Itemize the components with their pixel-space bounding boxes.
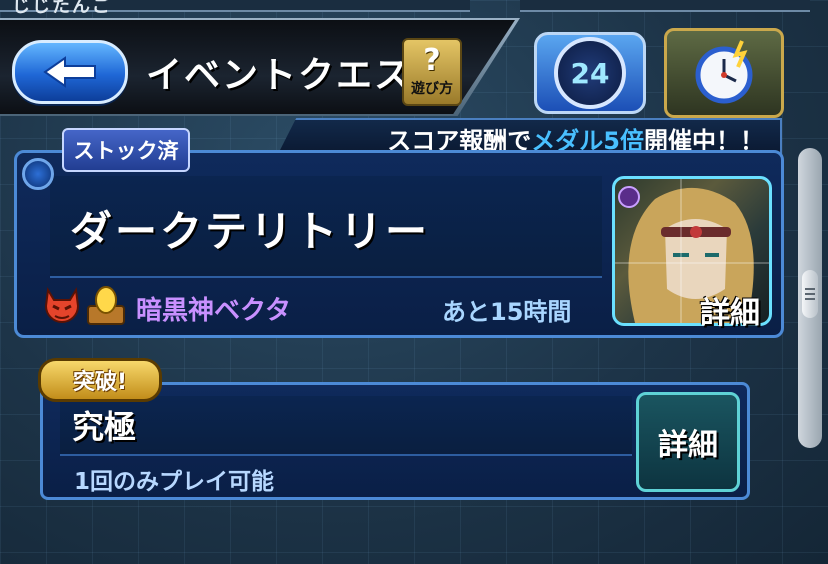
how-to-play-label: 遊び方 (411, 81, 453, 97)
grip-line (805, 293, 815, 295)
scrollbar-thumb[interactable] (802, 270, 818, 318)
top-strip-right (520, 0, 810, 12)
devil-face-icon (44, 287, 80, 323)
back-button[interactable] (12, 40, 128, 104)
alarm-clock-button[interactable] (664, 28, 784, 118)
quest-name: ダークテリトリー (70, 207, 431, 256)
breakthrough-badge: 突破! (38, 358, 162, 402)
quest2-detail-button[interactable]: 詳細 (636, 392, 740, 492)
card-pin-icon (22, 158, 54, 190)
quest2-title-panel (60, 396, 632, 456)
boss-name: 暗黒神ベクタ (136, 296, 291, 326)
stock-badge: ストック済 (62, 128, 190, 172)
quest1-detail-label[interactable]: 詳細 (700, 288, 760, 332)
difficulty-label: 究極 (72, 408, 137, 446)
back-arrow-icon (43, 56, 96, 88)
question-mark-icon: ? (423, 43, 441, 78)
top-strip-text: じじたんご (12, 0, 112, 17)
grip-line (805, 298, 815, 300)
stamina-ring: 24 (554, 37, 626, 109)
how-to-play-button[interactable]: ? 遊び方 (402, 38, 462, 106)
grip-line (805, 288, 815, 290)
golden-egg-chest-icon (87, 286, 125, 325)
play-limit-text: 1回のみプレイ可能 (74, 469, 275, 495)
alarm-clock-icon (695, 40, 753, 104)
stamina-value: 24 (570, 56, 610, 90)
time-remaining: あと15時間 (442, 298, 572, 326)
stamina-button[interactable]: 24 (534, 32, 646, 114)
